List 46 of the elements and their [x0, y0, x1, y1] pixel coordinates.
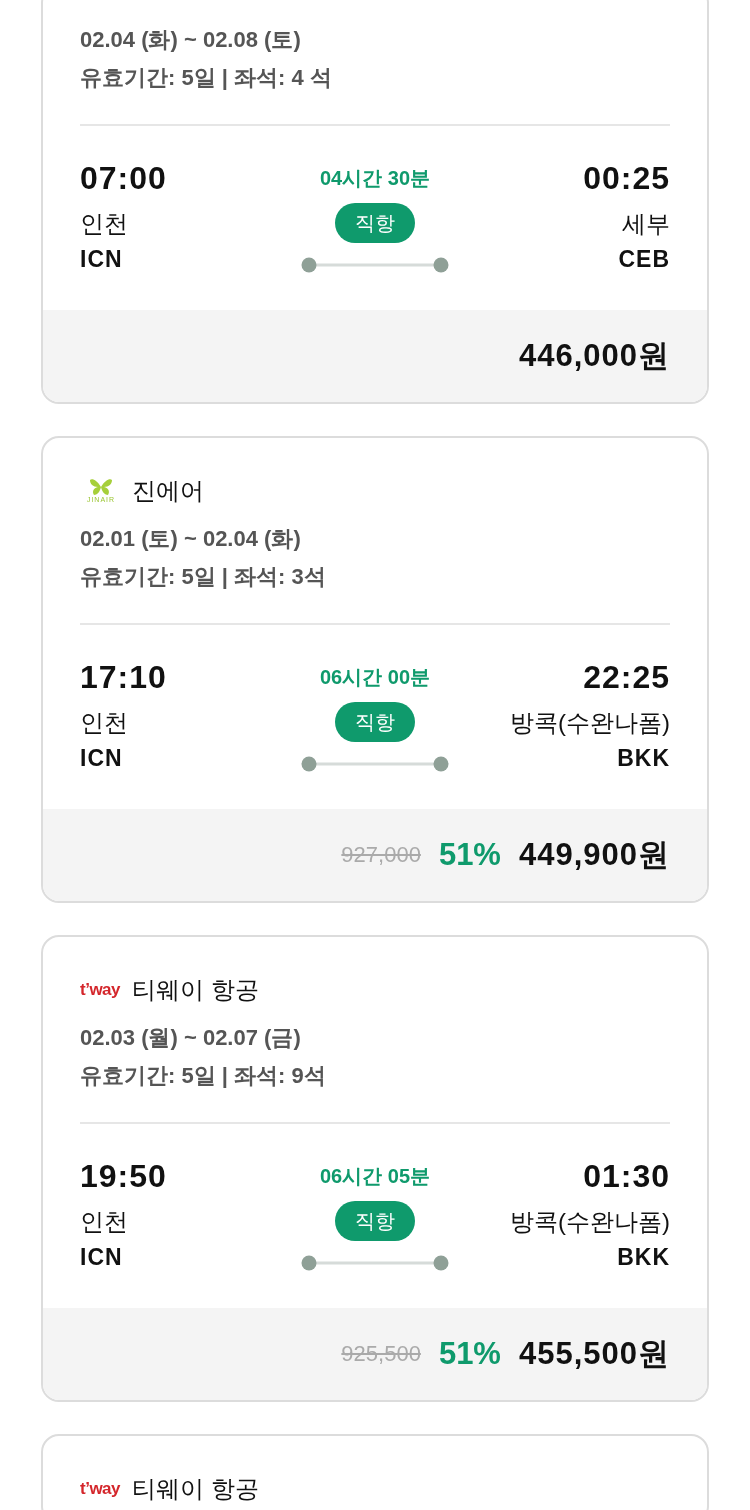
route-line-icon: [301, 1255, 449, 1271]
airport-code: CEB: [618, 245, 670, 274]
route-line-icon: [301, 756, 449, 772]
airport-code: BKK: [617, 1243, 670, 1272]
validity-text: 유효기간: 5일 | 좌석: 4 석: [80, 64, 332, 92]
validity-text: 유효기간: 5일 | 좌석: 3석: [80, 563, 326, 591]
city-name: 세부: [622, 209, 670, 239]
original-price: 925,500: [341, 1341, 421, 1367]
final-price: 446,000원: [518, 337, 670, 375]
discount-rate: 51%: [438, 837, 501, 873]
airline-name: 진에어: [132, 476, 204, 506]
direct-badge: 직항: [335, 1201, 415, 1241]
airport-code: ICN: [80, 245, 123, 274]
original-price: 927,000: [341, 842, 421, 868]
airline-name: 티웨이 항공: [132, 1474, 259, 1504]
flight-time: 22:25: [583, 659, 670, 695]
airport-code: ICN: [80, 1243, 123, 1272]
logo-text: t’way: [80, 1479, 122, 1499]
validity-text: 유효기간: 5일 | 좌석: 9석: [80, 1062, 326, 1090]
logo-text: t’way: [80, 980, 122, 1000]
flight-duration: 06시간 00분: [319, 665, 431, 690]
airport-code: ICN: [80, 744, 123, 773]
flight-time: 19:50: [80, 1158, 167, 1194]
city-name: 방콕(수완나폼): [510, 1207, 670, 1237]
flight-time: 07:00: [80, 160, 167, 196]
flight-time: 17:10: [80, 659, 167, 695]
route-line-icon: [301, 257, 449, 273]
city-name: 인천: [80, 708, 128, 738]
city-name: 방콕(수완나폼): [510, 708, 670, 738]
discount-rate: 51%: [438, 1336, 501, 1372]
butterfly-icon: [89, 478, 113, 496]
final-price: 455,500원: [518, 1335, 670, 1373]
travel-dates: 02.01 (토) ~ 02.04 (화): [80, 525, 301, 553]
direct-badge: 직항: [335, 203, 415, 243]
direct-badge: 직항: [335, 702, 415, 742]
flight-time: 00:25: [583, 160, 670, 196]
city-name: 인천: [80, 209, 128, 239]
airline-name: 티웨이 항공: [132, 975, 259, 1005]
final-price: 449,900원: [518, 836, 670, 874]
travel-dates: 02.04 (화) ~ 02.08 (토): [80, 26, 301, 54]
flight-time: 01:30: [583, 1158, 670, 1194]
flight-duration: 04시간 30분: [319, 166, 431, 191]
city-name: 인천: [80, 1207, 128, 1237]
flight-duration: 06시간 05분: [319, 1164, 431, 1189]
travel-dates: 02.03 (월) ~ 02.07 (금): [80, 1024, 301, 1052]
airport-code: BKK: [617, 744, 670, 773]
